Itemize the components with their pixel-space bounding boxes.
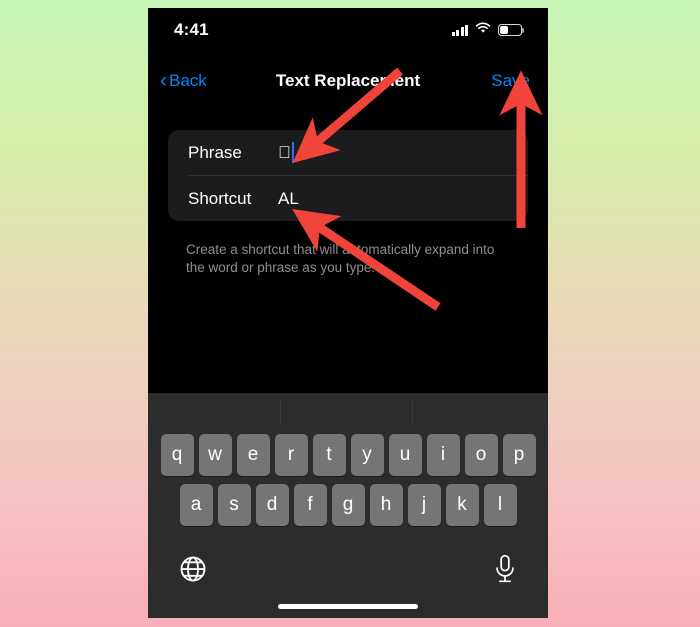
key-j[interactable]: j [407,484,441,526]
globe-icon[interactable] [178,554,208,584]
phrase-input[interactable]:  [278,142,294,163]
predictive-text-bar[interactable] [148,393,548,431]
key-r[interactable]: r [274,434,308,476]
home-indicator [278,604,418,609]
key-u[interactable]: u [388,434,422,476]
predictive-divider [412,400,413,424]
helper-text: Create a shortcut that will automaticall… [186,242,495,275]
key-q[interactable]: q [160,434,194,476]
key-s[interactable]: s [217,484,251,526]
microphone-icon[interactable] [492,554,518,586]
phone-screen: 4:41 ‹ Back Text Replacement Save Phrase… [148,8,548,618]
key-f[interactable]: f [293,484,327,526]
key-h[interactable]: h [369,484,403,526]
battery-low-icon [498,24,525,36]
shortcut-input[interactable]: AL [278,189,299,209]
page-title: Text Replacement [275,71,421,90]
key-w[interactable]: w [198,434,232,476]
status-bar-time: 4:41 [174,20,209,39]
key-a[interactable]: a [179,484,213,526]
predictive-divider [280,400,281,424]
key-p[interactable]: p [502,434,536,476]
phrase-row[interactable]: Phrase  [168,130,528,175]
key-t[interactable]: t [312,434,346,476]
key-i[interactable]: i [426,434,460,476]
shortcut-row[interactable]: Shortcut AL [168,176,528,221]
key-y[interactable]: y [350,434,384,476]
keyboard-row-1: qwertyuiop [148,434,548,476]
key-o[interactable]: o [464,434,498,476]
key-l[interactable]: l [483,484,517,526]
text-replacement-form: Phrase  Shortcut AL [168,130,528,221]
navigation-bar: ‹ Back Text Replacement Save [148,64,548,98]
key-g[interactable]: g [331,484,365,526]
text-caret [291,142,294,163]
save-button[interactable]: Save [491,64,530,98]
key-k[interactable]: k [445,484,479,526]
status-bar: 4:41 [148,8,548,52]
status-bar-icons [451,21,525,39]
shortcut-label: Shortcut [188,188,252,208]
cellular-signal-icon [451,24,468,36]
key-d[interactable]: d [255,484,289,526]
key-e[interactable]: e [236,434,270,476]
on-screen-keyboard: qwertyuiop asdfghjkl [148,393,548,618]
phrase-label: Phrase [188,142,242,162]
keyboard-bottom-bar [148,554,548,590]
keyboard-row-2: asdfghjkl [148,484,548,526]
wifi-icon [475,21,491,39]
apple-logo-glyph:  [278,144,291,161]
